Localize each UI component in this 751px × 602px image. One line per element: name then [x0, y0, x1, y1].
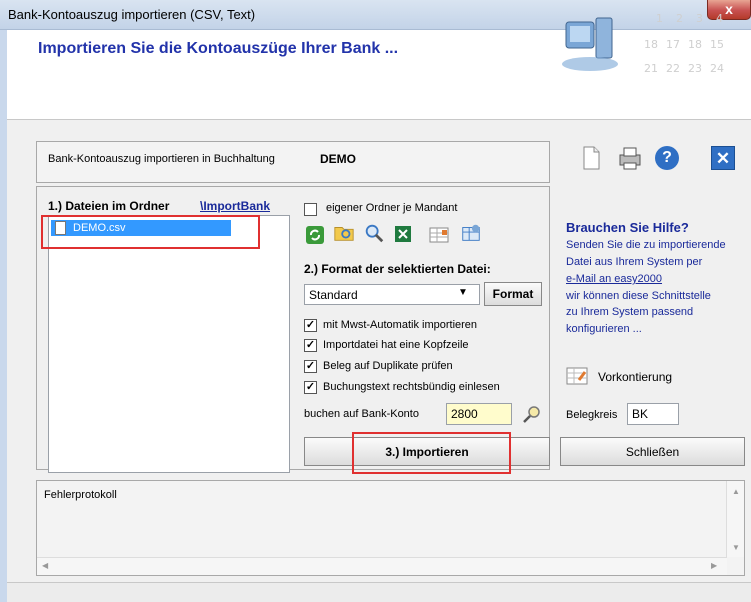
header-row-label: Importdatei hat eine Kopfzeile — [323, 339, 469, 351]
pre-assignment-label[interactable]: Vorkontierung — [598, 370, 672, 384]
calendar-date: 18 — [644, 38, 658, 51]
step1-label: 1.) Dateien im Ordner — [48, 199, 170, 213]
horizontal-scrollbar[interactable]: ◀ ▶ — [37, 557, 727, 575]
account-label: Bank-Kontoauszug importieren in Buchhalt… — [48, 153, 275, 165]
lookup-icon[interactable] — [522, 404, 542, 424]
belegkreis-input[interactable]: BK — [627, 403, 679, 425]
highlight-box — [352, 432, 511, 474]
calendar-date: 24 — [710, 62, 724, 75]
mwst-label: mit Mwst-Automatik importieren — [323, 319, 478, 331]
vertical-scrollbar[interactable]: ▲ ▼ — [726, 481, 744, 557]
scroll-right-icon[interactable]: ▶ — [711, 561, 717, 570]
chevron-down-icon[interactable]: ▼ — [458, 287, 468, 298]
bank-account-label: buchen auf Bank-Konto — [304, 408, 419, 420]
calendar-date: 3 — [696, 12, 703, 25]
scroll-up-icon[interactable]: ▲ — [732, 487, 740, 496]
own-folder-label: eigener Ordner je Mandant — [326, 202, 458, 214]
calendar-date: 22 — [666, 62, 680, 75]
scroll-left-icon[interactable]: ◀ — [42, 561, 48, 570]
help-email-link[interactable]: e-Mail an easy2000 — [566, 273, 662, 285]
help-text: zu Ihrem System passend — [566, 306, 694, 318]
folder-link[interactable]: \ImportBank — [200, 199, 270, 213]
open-folder-icon[interactable] — [333, 222, 355, 244]
help-icon[interactable]: ? — [655, 146, 679, 170]
right-align-label: Buchungstext rechtsbündig einlesen — [323, 381, 500, 393]
highlight-box — [41, 215, 260, 249]
search-icon[interactable] — [363, 222, 385, 244]
error-log-label: Fehlerprotokoll — [44, 489, 117, 501]
duplicates-label: Beleg auf Duplikate prüfen — [323, 360, 453, 372]
calendar-date: 21 — [644, 62, 658, 75]
file-list[interactable] — [48, 215, 290, 473]
refresh-icon[interactable] — [304, 224, 326, 246]
calendar-date: 2 — [676, 12, 683, 25]
pre-assignment-icon[interactable] — [566, 366, 588, 386]
spreadsheet-icon[interactable] — [392, 223, 414, 245]
help-text: konfigurieren ... — [566, 323, 642, 335]
print-icon[interactable] — [617, 145, 643, 171]
status-bar — [7, 582, 751, 602]
calendar-date: 1 — [656, 12, 663, 25]
table-icon[interactable] — [428, 224, 450, 246]
calendar-date: 17 — [666, 38, 680, 51]
duplicates-checkbox[interactable]: ✓ — [304, 360, 317, 373]
calendar-date: 23 — [688, 62, 702, 75]
belegkreis-label: Belegkreis — [566, 409, 618, 421]
window-title: Bank-Kontoauszug importieren (CSV, Text) — [8, 7, 256, 22]
own-folder-checkbox[interactable] — [304, 203, 317, 216]
bank-account-input[interactable]: 2800 — [446, 403, 512, 425]
calendar-date: 4 — [716, 12, 723, 25]
format-select[interactable]: Standard — [304, 284, 480, 305]
help-text: Senden Sie die zu importierende — [566, 239, 726, 251]
header-row-checkbox[interactable]: ✓ — [304, 339, 317, 352]
calendar-date: 15 — [710, 38, 724, 51]
account-name: DEMO — [320, 152, 356, 166]
right-align-checkbox[interactable]: ✓ — [304, 381, 317, 394]
mwst-checkbox[interactable]: ✓ — [304, 319, 317, 332]
header-title: Importieren Sie die Kontoauszüge Ihrer B… — [38, 40, 399, 57]
help-title: Brauchen Sie Hilfe? — [566, 220, 689, 235]
computer-calendar-icon: 1 2 3 4 18 17 18 15 21 22 23 24 — [562, 12, 724, 75]
settings-table-icon[interactable] — [460, 222, 482, 244]
close-button[interactable]: Schließen — [560, 437, 745, 466]
step2-label: 2.) Format der selektierten Datei: — [304, 262, 491, 276]
new-document-icon[interactable] — [578, 145, 604, 171]
help-text: Datei aus Ihrem System per — [566, 256, 703, 268]
format-button[interactable]: Format — [484, 282, 542, 306]
close-icon[interactable]: ✕ — [711, 146, 735, 170]
scroll-down-icon[interactable]: ▼ — [732, 543, 740, 552]
help-text: wir können diese Schnittstelle — [566, 290, 711, 302]
calendar-date: 18 — [688, 38, 702, 51]
